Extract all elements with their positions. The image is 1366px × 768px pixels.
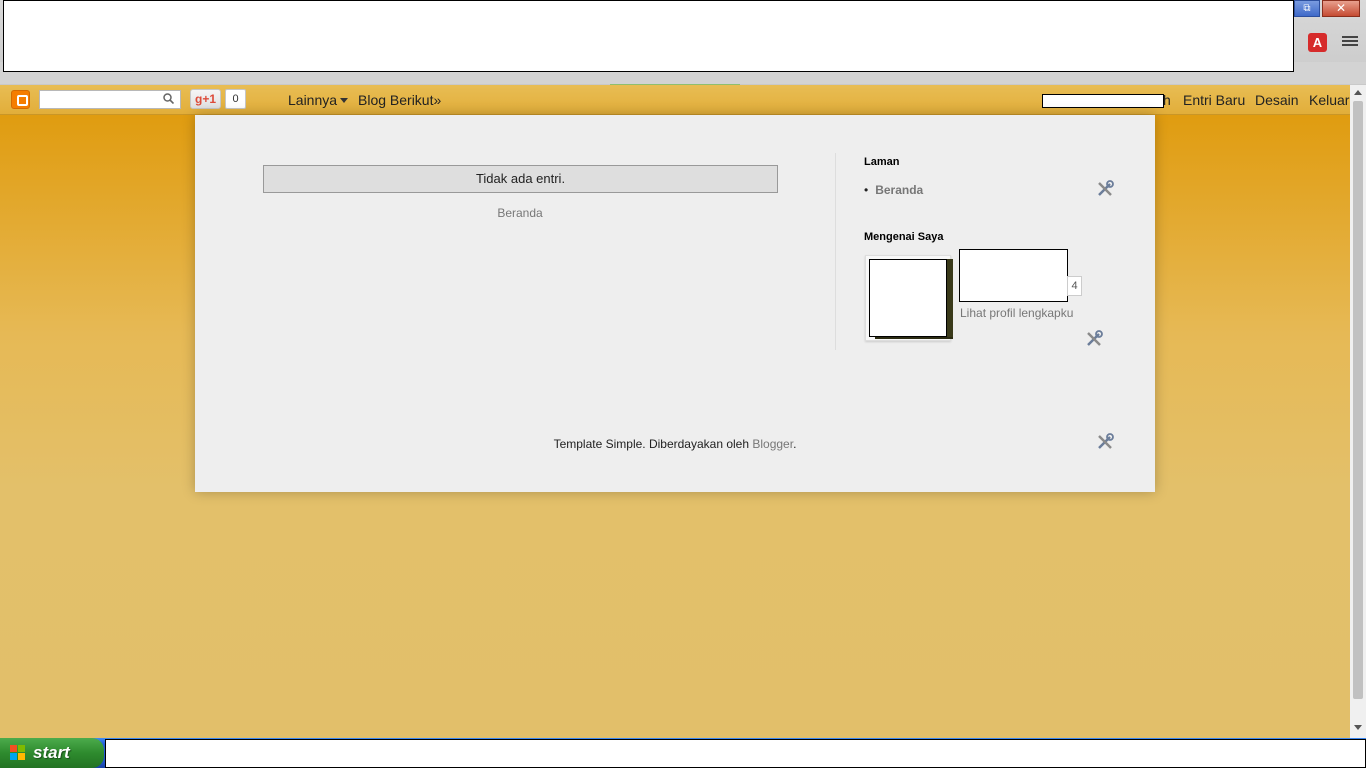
about-me-widget-title: Mengenai Saya	[864, 231, 944, 243]
scroll-down-arrow-icon[interactable]	[1350, 722, 1366, 734]
pages-item-home[interactable]: Beranda	[864, 183, 923, 197]
user-email-redacted	[1042, 94, 1164, 108]
start-button[interactable]: start	[0, 738, 104, 768]
vertical-scrollbar[interactable]	[1350, 85, 1366, 738]
scroll-thumb[interactable]	[1353, 101, 1363, 699]
scroll-up-arrow-icon[interactable]	[1350, 87, 1366, 99]
new-post-link[interactable]: Entri Baru	[1183, 92, 1245, 108]
plus-one-count: 0	[225, 89, 246, 109]
profile-count-badge: 4	[1067, 276, 1082, 296]
windows-logo-icon	[10, 745, 27, 761]
profile-photo-image	[869, 259, 947, 337]
edit-widget-icon[interactable]	[1084, 329, 1104, 349]
logout-link[interactable]: Keluar	[1309, 92, 1349, 108]
pages-widget-title: Laman	[864, 156, 900, 168]
caret-down-icon	[340, 98, 349, 103]
taskbar-task-area	[105, 739, 1366, 768]
blank-popup-window	[3, 0, 1294, 72]
footer-period: .	[793, 437, 797, 451]
more-menu[interactable]: Lainnya	[288, 92, 349, 108]
blog-search-input[interactable]	[39, 90, 181, 109]
user-email-tail: h	[1163, 92, 1171, 108]
edit-widget-icon[interactable]	[1095, 179, 1115, 199]
design-link[interactable]: Desain	[1255, 92, 1299, 108]
profile-photo[interactable]	[865, 255, 951, 341]
blogger-logo-icon[interactable]	[11, 90, 30, 109]
sidebar-divider	[835, 153, 836, 350]
close-window-button[interactable]: ✕	[1322, 0, 1360, 17]
next-blog-link[interactable]: Blog Berikut»	[358, 92, 441, 108]
restore-window-icon[interactable]: ⧉	[1294, 0, 1320, 17]
no-posts-message: Tidak ada entri.	[263, 165, 778, 193]
blogger-navbar: g+1 0 Lainnya Blog Berikut» h Entri Baru…	[0, 85, 1350, 115]
blogger-link[interactable]: Blogger	[752, 437, 793, 451]
home-link[interactable]: Beranda	[195, 206, 845, 220]
profile-name-redacted	[959, 249, 1068, 302]
blog-content: Tidak ada entri. Beranda Laman Beranda M…	[195, 115, 1155, 492]
view-full-profile-link[interactable]: Lihat profil lengkapku	[960, 306, 1073, 320]
more-menu-label: Lainnya	[288, 92, 338, 108]
edit-widget-icon[interactable]	[1095, 432, 1115, 452]
extension-icon[interactable]: A	[1308, 33, 1327, 52]
start-label: start	[33, 743, 70, 762]
footer-attribution: Template Simple. Diberdayakan oleh Blogg…	[195, 437, 1155, 451]
browser-menu-icon[interactable]	[1342, 34, 1358, 50]
footer-text: Template Simple. Diberdayakan oleh	[553, 437, 753, 451]
google-plus-one-button[interactable]: g+1	[190, 89, 221, 109]
search-icon[interactable]	[163, 93, 174, 104]
windows-taskbar: start	[0, 738, 1366, 768]
